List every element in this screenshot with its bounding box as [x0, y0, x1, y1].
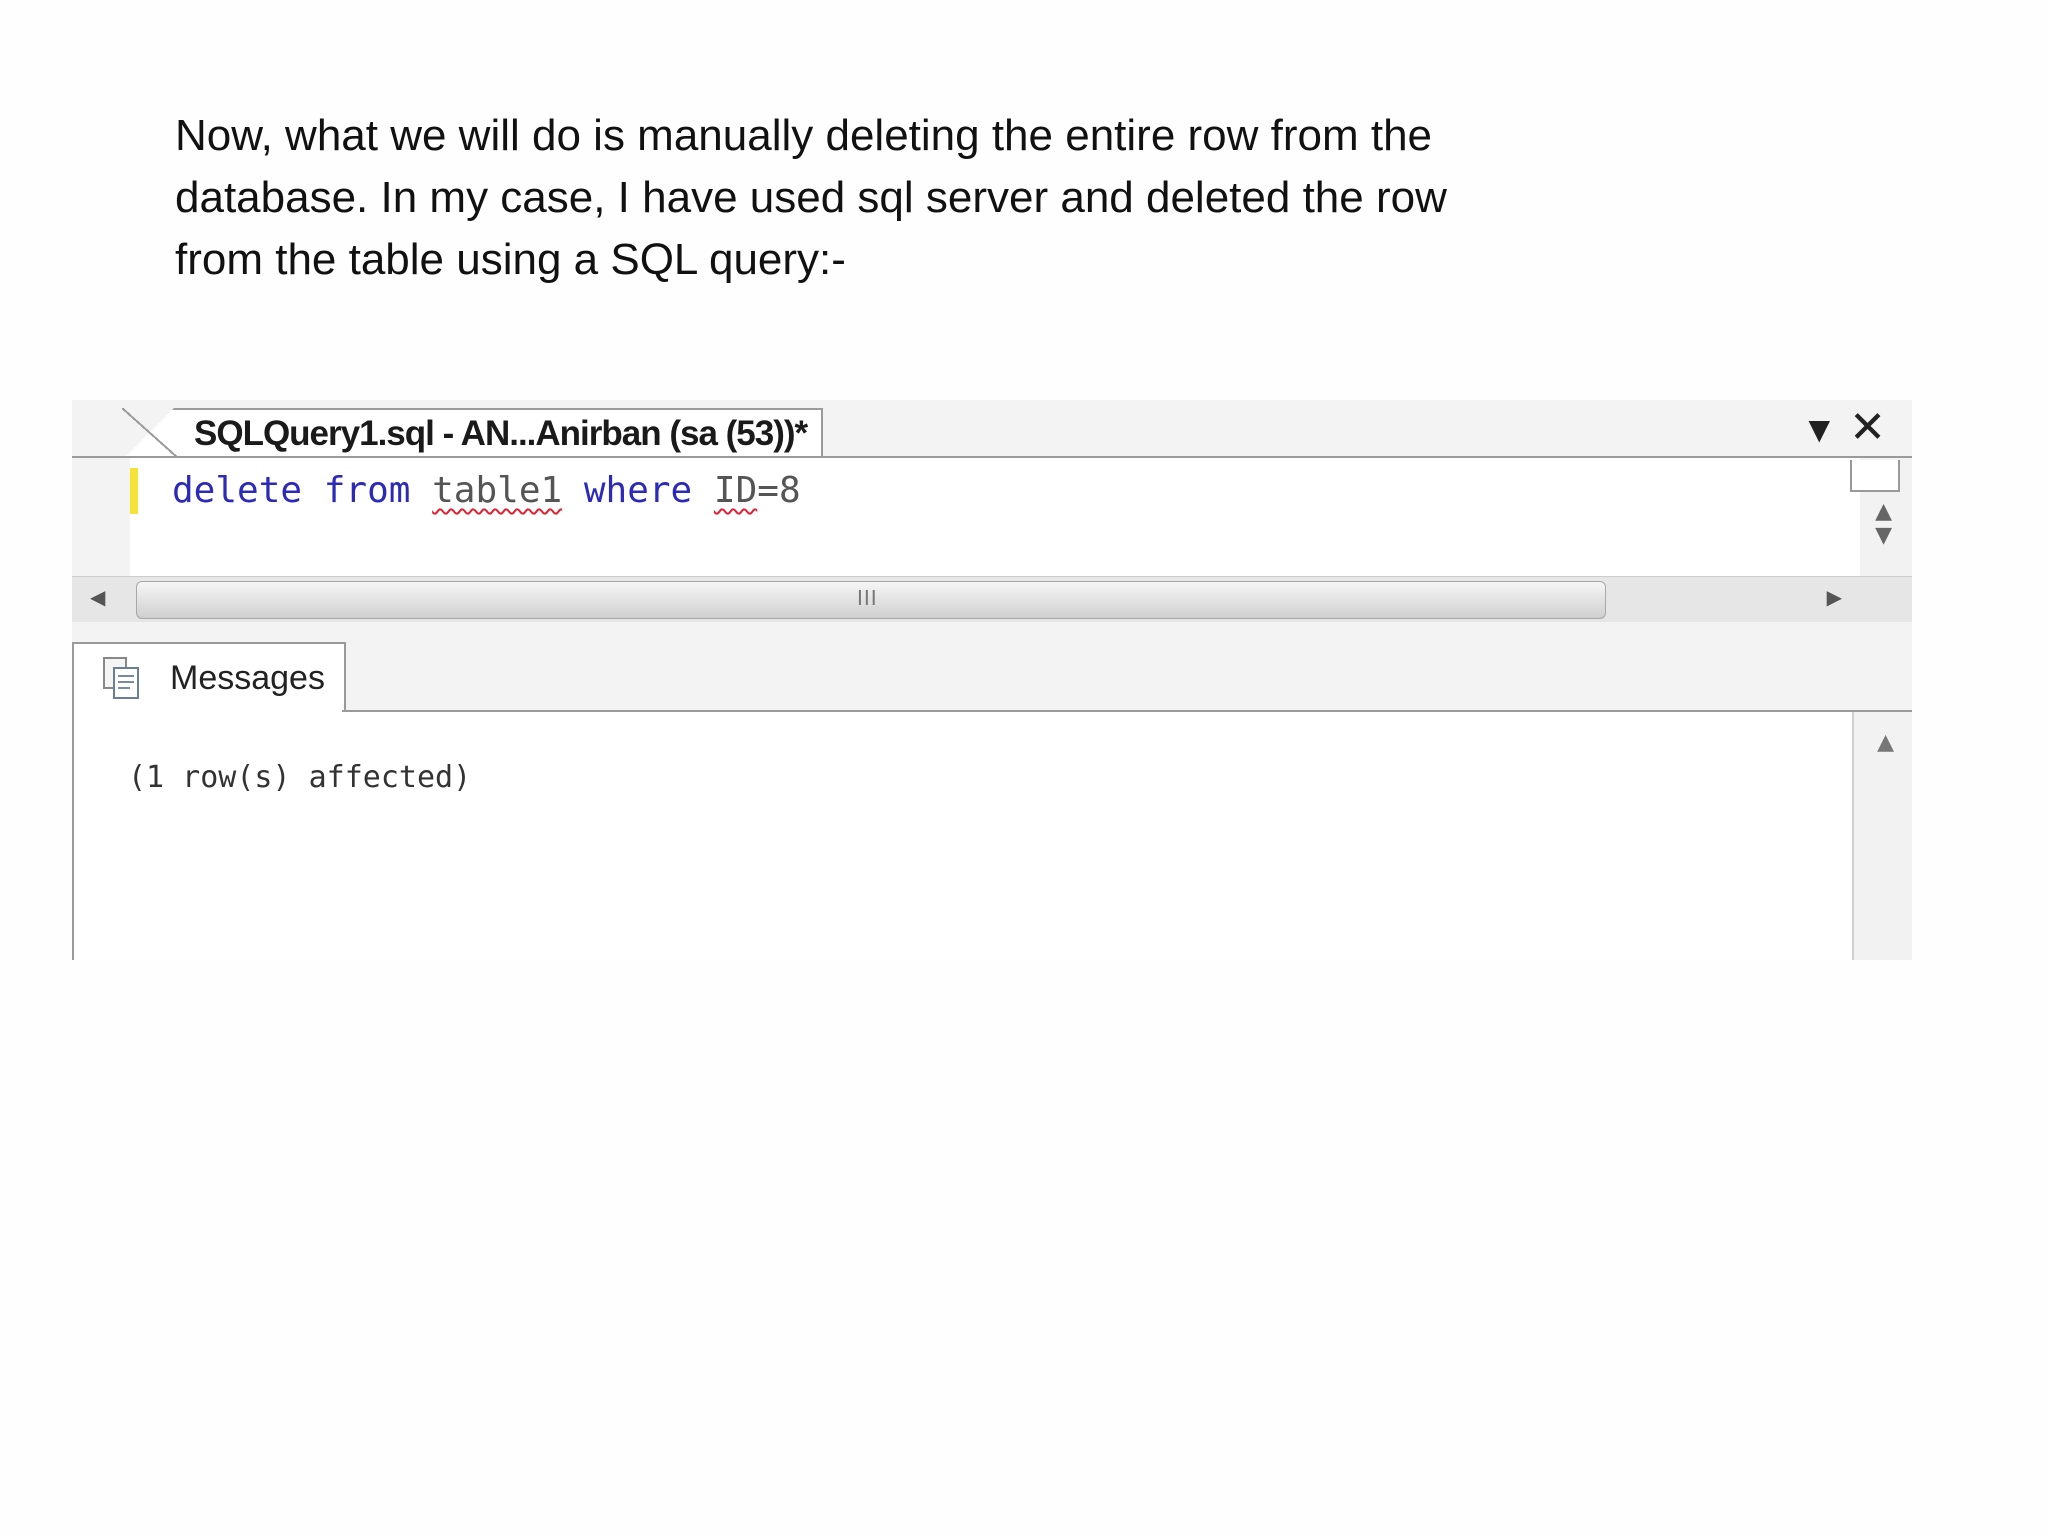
table-identifier: table1 — [432, 470, 563, 511]
scroll-up-icon[interactable]: ▲ — [1877, 730, 1894, 755]
scroll-arrows-icon[interactable]: ▲ ▼ — [1875, 500, 1892, 548]
comparison-value: =8 — [757, 470, 801, 511]
result-message: (1 row(s) affected) — [128, 760, 472, 795]
keyword-from: from — [323, 470, 411, 511]
ssms-screenshot: SQLQuery1.sql - AN...Anirban (sa (53))* … — [72, 400, 1912, 960]
caption-line-3: from the table using a SQL query:- — [175, 235, 846, 284]
caption-line-2: database. In my case, I have used sql se… — [175, 173, 1447, 222]
change-indicator — [130, 468, 138, 514]
editor-gutter — [72, 458, 130, 576]
tab-messages[interactable]: Messages — [72, 642, 346, 714]
document-tabstrip: SQLQuery1.sql - AN...Anirban (sa (53))* … — [72, 400, 1912, 460]
results-tabstrip — [72, 622, 1912, 712]
messages-pane[interactable]: (1 row(s) affected) — [72, 712, 1854, 960]
column-identifier: ID — [713, 470, 758, 511]
caption-line-1: Now, what we will do is manually deletin… — [175, 111, 1433, 160]
instruction-text: Now, what we will do is manually deletin… — [175, 105, 1675, 291]
tab-edge — [122, 408, 178, 458]
editor-horizontal-scrollbar[interactable]: ◀ III ▶ — [72, 576, 1912, 625]
close-icon[interactable]: ✕ — [1849, 402, 1886, 454]
grip-icon: III — [857, 586, 878, 610]
query-tab-title: SQLQuery1.sql - AN...Anirban (sa (53))* — [194, 414, 808, 453]
sql-code-line[interactable]: delete from table1 where ID=8 — [172, 464, 801, 518]
scroll-left-icon[interactable]: ◀ — [90, 585, 105, 609]
messages-icon — [103, 657, 139, 699]
keyword-where: where — [583, 470, 693, 511]
split-handle[interactable] — [1850, 460, 1900, 492]
chevron-down-icon[interactable]: ▼ — [1808, 408, 1830, 452]
query-document-tab[interactable]: SQLQuery1.sql - AN...Anirban (sa (53))* — [122, 408, 824, 460]
scroll-right-icon[interactable]: ▶ — [1827, 585, 1842, 609]
scrollbar-thumb[interactable]: III — [136, 581, 1606, 619]
messages-tab-label: Messages — [170, 659, 325, 697]
query-editor[interactable]: delete from table1 where ID=8 — [72, 458, 1872, 576]
keyword-delete: delete — [172, 470, 303, 511]
